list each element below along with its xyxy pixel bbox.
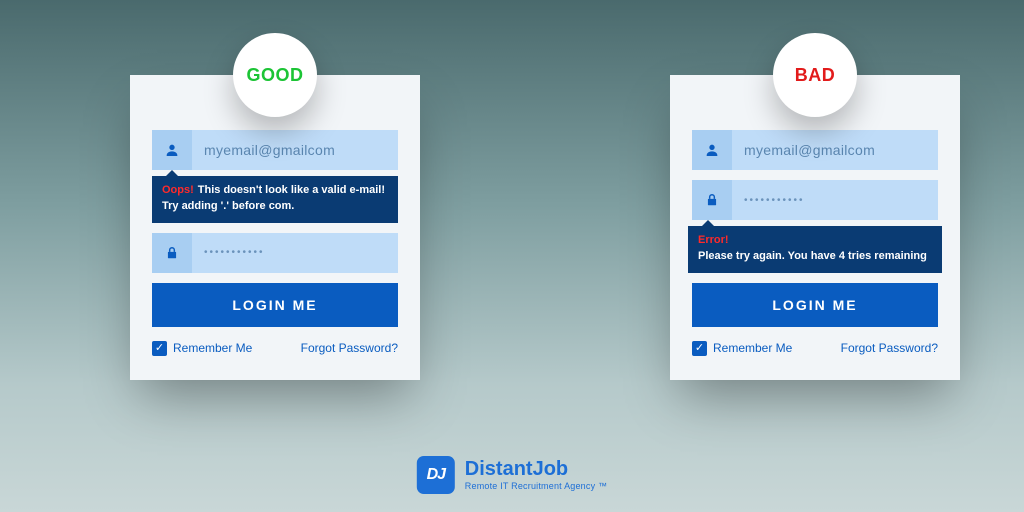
validation-message: Oops! This doesn't look like a valid e-ma…: [152, 176, 398, 223]
user-icon: [692, 130, 732, 170]
email-value: myemail@gmailcom: [732, 130, 938, 170]
login-button[interactable]: LOGIN ME: [692, 283, 938, 327]
password-value: •••••••••••: [732, 180, 938, 220]
remember-me-label: Remember Me: [173, 341, 252, 355]
user-icon: [152, 130, 192, 170]
password-field[interactable]: •••••••••••: [152, 233, 398, 273]
login-card-good: GOOD myemail@gmailcom Oops!This doesn't …: [130, 75, 420, 380]
lock-icon: [152, 233, 192, 273]
badge-bad: BAD: [773, 33, 857, 117]
error-text-2: Try adding '.' before com.: [162, 200, 294, 212]
remember-me-checkbox[interactable]: ✓ Remember Me: [152, 341, 252, 356]
email-value: myemail@gmailcom: [192, 130, 398, 170]
email-field[interactable]: myemail@gmailcom: [152, 130, 398, 170]
email-field[interactable]: myemail@gmailcom: [692, 130, 938, 170]
brand-name: DistantJob: [465, 459, 607, 479]
lock-icon: [692, 180, 732, 220]
error-text: Please try again. You have 4 tries remai…: [698, 250, 927, 262]
brand: DJ DistantJob Remote IT Recruitment Agen…: [417, 456, 607, 494]
check-icon: ✓: [692, 341, 707, 356]
brand-logo: DJ: [417, 456, 455, 494]
brand-tagline: Remote IT Recruitment Agency ™: [465, 481, 607, 491]
badge-good: GOOD: [233, 33, 317, 117]
login-footer: ✓ Remember Me Forgot Password?: [152, 341, 398, 356]
remember-me-label: Remember Me: [713, 341, 792, 355]
remember-me-checkbox[interactable]: ✓ Remember Me: [692, 341, 792, 356]
forgot-password-link[interactable]: Forgot Password?: [301, 341, 398, 355]
error-prefix: Error!: [698, 234, 729, 246]
forgot-password-link[interactable]: Forgot Password?: [841, 341, 938, 355]
password-value: •••••••••••: [192, 233, 398, 273]
login-button[interactable]: LOGIN ME: [152, 283, 398, 327]
check-icon: ✓: [152, 341, 167, 356]
login-card-bad: BAD myemail@gmailcom ••••••••••• Error! …: [670, 75, 960, 380]
brand-text: DistantJob Remote IT Recruitment Agency …: [465, 459, 607, 491]
login-footer: ✓ Remember Me Forgot Password?: [692, 341, 938, 356]
error-prefix: Oops!: [162, 184, 194, 196]
validation-message: Error! Please try again. You have 4 trie…: [688, 226, 942, 273]
password-field[interactable]: •••••••••••: [692, 180, 938, 220]
error-text-1: This doesn't look like a valid e-mail!: [198, 184, 385, 196]
